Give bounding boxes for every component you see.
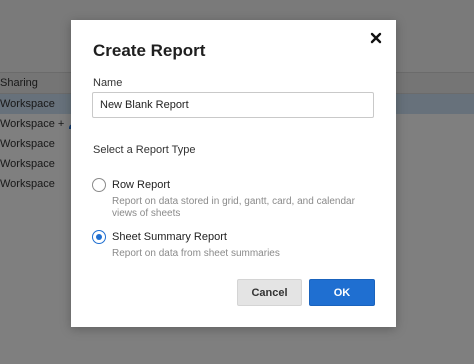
row-report-radio[interactable] [92,178,106,192]
row-report-title: Row Report [112,179,171,191]
close-icon [370,32,382,44]
create-report-dialog: Create Report Name Select a Report Type … [71,20,396,327]
cancel-button[interactable]: Cancel [237,279,302,306]
report-name-input[interactable] [92,92,374,118]
name-label: Name [93,77,123,89]
sheet-summary-report-option[interactable]: Sheet Summary Report Report on data from… [92,230,382,260]
row-report-description: Report on data stored in grid, gantt, ca… [112,196,355,219]
ok-button[interactable]: OK [309,279,375,306]
close-button[interactable] [368,30,384,46]
dialog-title: Create Report [93,41,206,60]
sheet-summary-report-radio[interactable] [92,230,106,244]
row-report-option[interactable]: Row Report Report on data stored in grid… [92,178,382,219]
sheet-summary-report-description: Report on data from sheet summaries [112,248,280,259]
report-type-label: Select a Report Type [93,144,196,156]
sheet-summary-report-title: Sheet Summary Report [112,231,227,243]
